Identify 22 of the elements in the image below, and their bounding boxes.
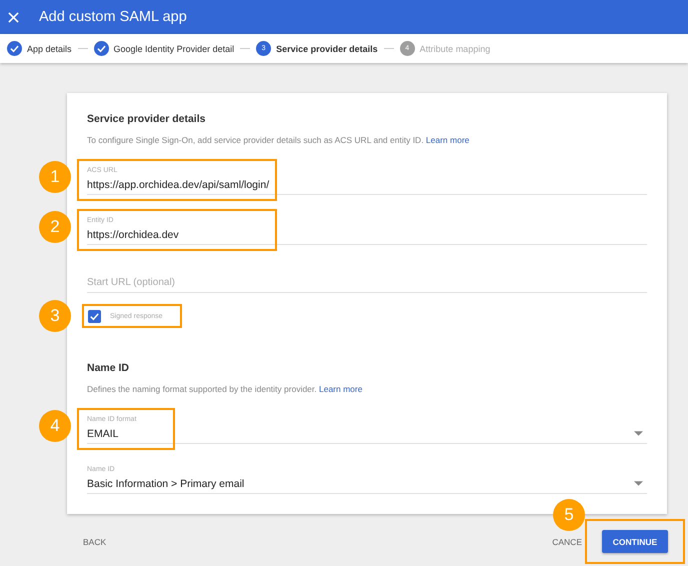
close-icon[interactable] <box>8 12 19 22</box>
step-label[interactable]: Google Identity Provider detail <box>114 44 234 54</box>
step-badge: 3 <box>39 300 71 332</box>
step-label[interactable]: App details <box>27 44 72 54</box>
step-badge: 1 <box>39 161 71 193</box>
dropdown-arrow-icon[interactable] <box>634 481 643 486</box>
section-title: Name ID <box>87 362 130 374</box>
section-description: Defines the naming format supported by the identity provider. Learn more <box>87 384 364 394</box>
step-badge: 4 <box>39 410 71 442</box>
section-title: Service provider details <box>87 113 206 125</box>
window-title: Add custom SAML app <box>39 9 187 25</box>
step-badge: 5 <box>553 499 585 531</box>
checkbox[interactable] <box>88 310 101 322</box>
learn-more-link[interactable]: Learn more <box>319 384 362 394</box>
learn-more-link[interactable]: Learn more <box>426 135 470 145</box>
section-description: To configure Single Sign-On, add service provider details such as ACS URL and entity ID. Learn more <box>87 135 470 145</box>
step-badge: 2 <box>39 211 71 243</box>
step-label[interactable]: Service provider details <box>276 44 378 54</box>
back-button[interactable]: BACK <box>67 530 122 552</box>
continue-button[interactable]: CONTINUE <box>602 530 668 553</box>
cancel-button[interactable]: CANCE <box>548 534 602 548</box>
dropdown-arrow-icon[interactable] <box>634 431 643 436</box>
